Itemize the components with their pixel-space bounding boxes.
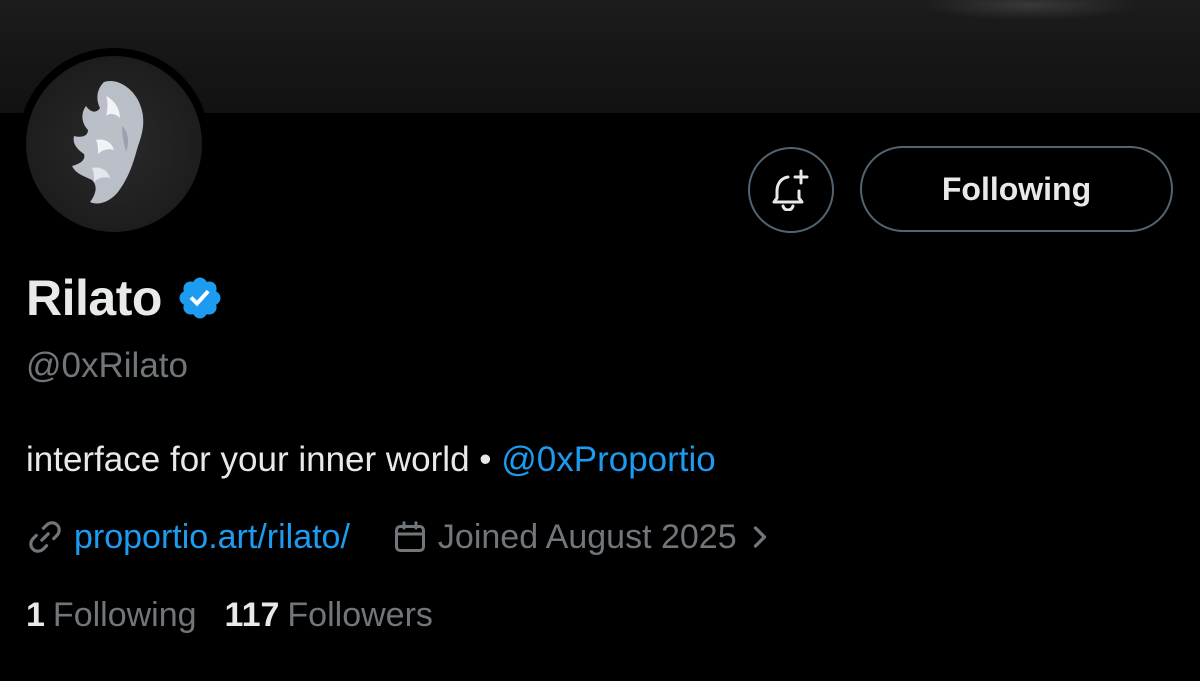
avatar-artwork — [72, 80, 144, 204]
joined-date: Joined August 2025 — [437, 517, 737, 556]
display-name: Rilato — [26, 270, 162, 326]
verified-badge-icon[interactable] — [176, 274, 224, 322]
followers-label: Followers — [287, 595, 433, 634]
handle: @0xRilato — [26, 346, 188, 385]
name-row: Rilato — [26, 268, 224, 328]
followers-stat[interactable]: 117 Followers — [225, 596, 433, 635]
profile-meta: proportio.art/rilato/ Joined August 2025 — [26, 512, 775, 562]
following-button[interactable]: Following — [860, 146, 1173, 232]
bio: interface for your inner world • @0xProp… — [26, 440, 716, 480]
bio-mention-link[interactable]: @0xProportio — [501, 440, 716, 479]
following-stat[interactable]: 1 Following — [26, 596, 197, 635]
following-label: Following — [52, 595, 197, 634]
bell-plus-icon — [772, 169, 809, 211]
following-button-label: Following — [941, 170, 1092, 207]
profile-stats: 1 Following 117 Followers — [26, 592, 433, 638]
avatar[interactable] — [26, 56, 202, 232]
followers-count: 117 — [224, 595, 280, 634]
website-link[interactable]: proportio.art/rilato/ — [74, 518, 350, 557]
link-icon — [29, 521, 61, 553]
calendar-icon — [394, 521, 425, 552]
following-count: 1 — [26, 595, 45, 634]
notify-button[interactable] — [748, 147, 834, 233]
chevron-right-icon[interactable] — [745, 519, 775, 555]
bio-text: interface for your inner world • — [26, 440, 502, 479]
